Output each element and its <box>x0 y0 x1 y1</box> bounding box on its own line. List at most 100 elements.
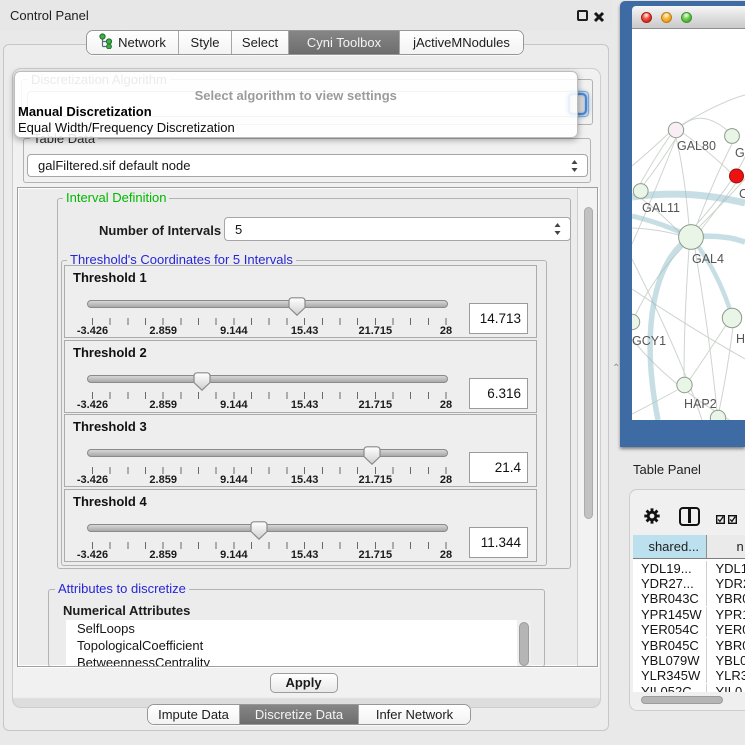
checkbox-icon-1[interactable] <box>716 511 725 529</box>
svg-text:GAL4: GAL4 <box>692 252 724 266</box>
algorithm-dropdown-popup: Select algorithm to view settings Manual… <box>14 71 578 138</box>
cell-shared-name: YPR145W <box>633 607 707 622</box>
network-edge <box>632 133 669 166</box>
column-header-shared-name[interactable]: shared... <box>633 535 707 558</box>
network-node[interactable] <box>633 184 648 199</box>
threshold-slider-thumb[interactable] <box>193 372 211 391</box>
popup-item-manual[interactable]: Manual Discretization <box>15 104 577 120</box>
tab-discretize-data[interactable]: Discretize Data <box>240 705 359 724</box>
threshold-value-field[interactable]: 11.344 <box>469 527 528 558</box>
zoom-traffic-light[interactable] <box>681 12 692 23</box>
table-hscrollbar-track[interactable] <box>631 693 745 706</box>
threshold-slider-thumb[interactable] <box>363 446 381 465</box>
slider-ticks <box>92 318 448 325</box>
threshold-slider-track[interactable] <box>87 300 448 308</box>
threshold-slider-track[interactable] <box>87 375 448 383</box>
tab-infer-network[interactable]: Infer Network <box>359 705 470 724</box>
tab-cyni-toolbox[interactable]: Cyni Toolbox <box>289 31 400 54</box>
svg-text:GAL80: GAL80 <box>677 139 716 153</box>
attribute-list-item[interactable]: TopologicalCoefficient <box>66 637 517 654</box>
table-row[interactable]: YER054CYER0 <box>633 621 745 636</box>
popup-item-equal-width[interactable]: Equal Width/Frequency Discretization <box>15 120 577 136</box>
slider-ticks <box>92 392 448 399</box>
cell-name: YBR0 <box>707 638 745 653</box>
network-node[interactable] <box>730 169 744 183</box>
network-node[interactable] <box>668 122 683 137</box>
network-node[interactable] <box>632 314 640 329</box>
tab-label: Infer Network <box>376 707 453 722</box>
panel-scrollbar-thumb[interactable] <box>584 207 593 519</box>
tab-network[interactable]: Network <box>87 31 179 54</box>
table-hscrollbar-thumb[interactable] <box>641 696 723 704</box>
network-node[interactable] <box>722 308 741 327</box>
split-table-icon[interactable] <box>679 507 700 526</box>
numerical-attributes-heading: Numerical Attributes <box>63 603 190 618</box>
threshold-slider-thumb[interactable] <box>250 521 268 540</box>
threshold-label: Threshold 4 <box>73 494 147 509</box>
attributes-scrollbar-thumb[interactable] <box>519 622 529 666</box>
table-row[interactable]: YDL19...YDL1 <box>633 559 745 574</box>
threshold-value-field[interactable]: 14.713 <box>469 303 528 334</box>
table-row[interactable]: YIL052CYIL0 <box>633 682 745 692</box>
network-edge <box>641 136 670 183</box>
table-row[interactable]: YDR27...YDR2 <box>633 574 745 589</box>
attribute-list-item[interactable]: BetweennessCentrality <box>66 654 517 667</box>
combo-arrows-icon <box>554 223 561 235</box>
threshold-value-field[interactable]: 21.4 <box>469 452 528 483</box>
panel-scrollbar-track[interactable] <box>577 188 597 667</box>
tick-label: 15.43 <box>291 549 319 561</box>
cell-name: YLR3 <box>707 668 745 683</box>
table-row[interactable]: YBR043CYBR0 <box>633 590 745 605</box>
tab-impute-data[interactable]: Impute Data <box>148 705 240 724</box>
threshold-label: Threshold 3 <box>73 419 147 434</box>
tick-label: 21.715 <box>358 474 392 486</box>
close-traffic-light[interactable] <box>641 12 652 23</box>
table-row[interactable]: YBL079WYBL0 <box>633 651 745 666</box>
network-node[interactable] <box>710 410 725 420</box>
interval-definition-label: Interval Definition <box>63 190 169 205</box>
panel-title: Control Panel <box>10 8 89 23</box>
table-row[interactable]: YBR045CYBR0 <box>633 636 745 651</box>
table-panel-title: Table Panel <box>633 462 701 477</box>
tab-select[interactable]: Select <box>232 31 289 54</box>
checkbox-icon-2[interactable] <box>728 511 737 529</box>
threshold-slider-thumb[interactable] <box>288 297 306 316</box>
network-edge <box>684 249 689 377</box>
minimize-traffic-light[interactable] <box>661 12 672 23</box>
tick-label: -3.426 <box>77 399 108 411</box>
tick-label: 9.144 <box>220 474 248 486</box>
float-window-icon[interactable] <box>577 10 588 21</box>
table-row[interactable]: YPR145WYPR1 <box>633 605 745 620</box>
number-of-intervals-combo[interactable]: 5 <box>224 217 571 241</box>
tab-style[interactable]: Style <box>179 31 232 54</box>
network-node[interactable] <box>725 129 740 144</box>
cell-shared-name: YER054C <box>633 622 707 637</box>
gear-icon[interactable] <box>644 508 660 529</box>
scroll-panel: Interval Definition Number of Intervals … <box>17 187 598 667</box>
apply-button[interactable]: Apply <box>270 673 338 693</box>
table-row[interactable]: YLR345WYLR3 <box>633 667 745 682</box>
close-x-glyph <box>593 11 605 23</box>
tick-label: 2.859 <box>149 325 177 337</box>
network-window-titlebar <box>632 6 745 29</box>
attributes-scrollbar-track[interactable] <box>517 620 531 667</box>
tick-label: -3.426 <box>77 325 108 337</box>
column-header-name[interactable]: n <box>707 535 745 558</box>
popup-hint-item[interactable]: Select algorithm to view settings <box>15 88 577 104</box>
table-data-combo[interactable]: galFiltered.sif default node <box>27 154 588 177</box>
network-node[interactable] <box>677 377 692 392</box>
attribute-list-item[interactable]: SelfLoops <box>66 620 517 637</box>
tab-label: Style <box>191 35 220 50</box>
tab-jactivemnodules[interactable]: jActiveMNodules <box>400 31 523 54</box>
cell-name: YBL0 <box>707 653 745 668</box>
close-icon[interactable] <box>593 10 605 28</box>
tick-label: 28 <box>440 549 452 561</box>
splitter-collapse-icon[interactable]: ⌃ <box>612 363 620 374</box>
network-node[interactable] <box>679 225 704 250</box>
threshold-slider-track[interactable] <box>87 449 448 457</box>
cell-name: YER0 <box>707 622 745 637</box>
threshold-value-field[interactable]: 6.316 <box>469 378 528 409</box>
network-canvas[interactable]: GAL80GACGAL11GAL4GCY1HHAP2 <box>632 29 745 420</box>
attributes-list[interactable]: SelfLoopsTopologicalCoefficientBetweenne… <box>66 620 517 667</box>
svg-text:H: H <box>736 332 745 346</box>
